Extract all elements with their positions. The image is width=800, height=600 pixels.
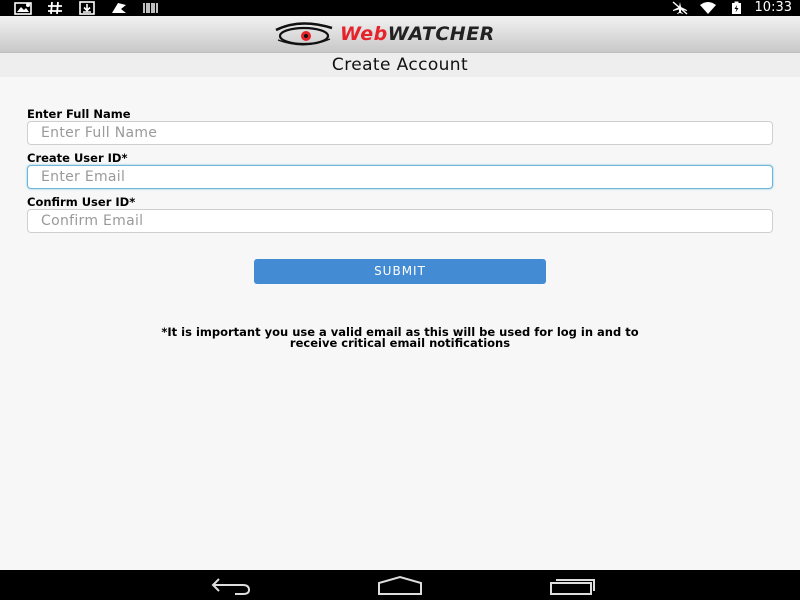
webwatcher-logo: WebWATCHER [270, 19, 535, 49]
page-title: Create Account [331, 55, 469, 75]
submit-button[interactable]: SUBMIT [254, 259, 546, 284]
logo-wordmark: WebWATCHER [340, 21, 495, 47]
logo-watcher-text: WATCHER [387, 23, 495, 45]
back-icon[interactable] [205, 574, 255, 596]
notification-icons [14, 0, 160, 16]
barcode-icon [143, 3, 158, 13]
screenshot-notification-icon [14, 2, 32, 15]
status-bar: 10:33 [0, 0, 800, 16]
clock: 10:33 [754, 0, 792, 15]
user-id-email-input[interactable] [27, 165, 773, 189]
app-header: WebWATCHER [0, 16, 800, 53]
full-name-label: Enter Full Name [27, 107, 131, 121]
flag-icon [112, 3, 126, 13]
logo-web-text: Web [340, 23, 388, 45]
full-name-input[interactable] [27, 121, 773, 145]
hash-icon [48, 1, 62, 15]
wifi-icon [699, 2, 716, 14]
user-id-label: Create User ID* [27, 151, 128, 165]
system-icons: 10:33 [671, 0, 792, 16]
airplane-mode-icon [672, 1, 687, 15]
confirm-user-id-label: Confirm User ID* [27, 195, 136, 209]
battery-icon [731, 1, 741, 14]
home-icon[interactable] [375, 574, 425, 596]
create-account-form: Enter Full Name Create User ID* Confirm … [27, 107, 773, 239]
notice-line-2: receive critical email notifications [289, 336, 511, 350]
recent-apps-icon[interactable] [548, 574, 598, 596]
eye-logo-icon [275, 22, 333, 46]
email-notice: *It is important you use a valid email a… [60, 326, 740, 350]
navigation-bar [0, 570, 800, 600]
download-icon [79, 1, 95, 15]
confirm-email-input[interactable] [27, 209, 773, 233]
title-bar: Create Account [0, 53, 800, 77]
